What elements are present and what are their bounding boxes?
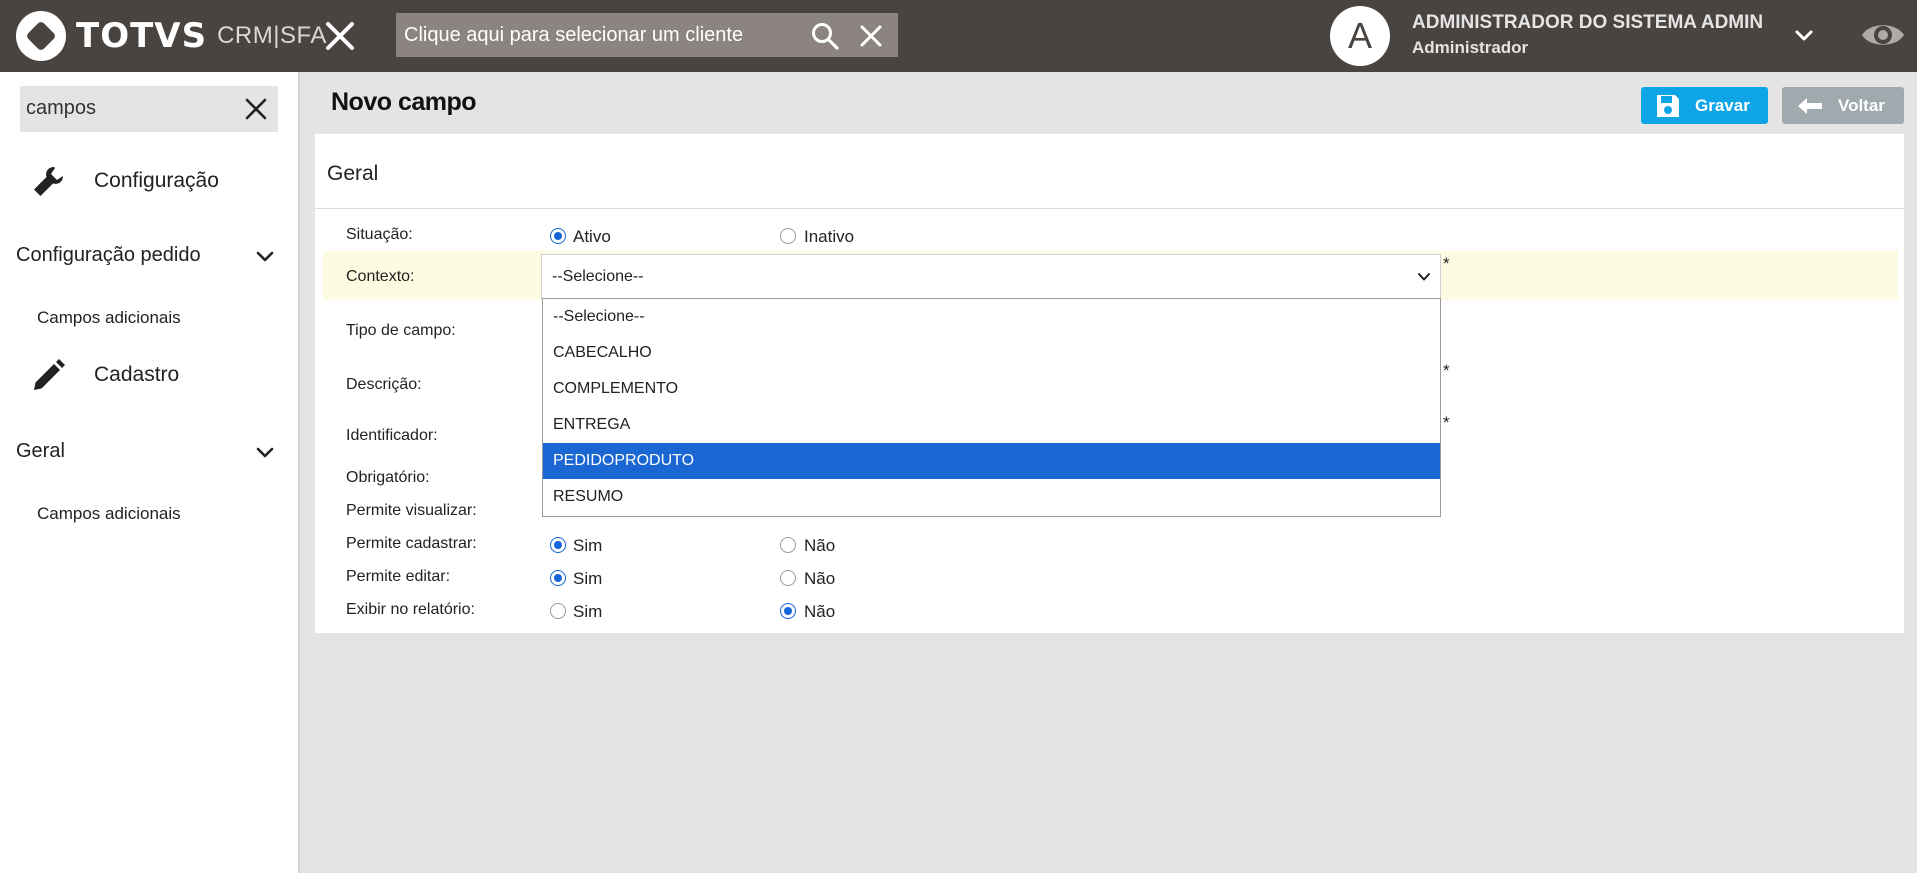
save-button[interactable]: Gravar: [1641, 87, 1768, 124]
descricao-required-mark: *: [1443, 361, 1450, 380]
contexto-label: Contexto:: [346, 268, 415, 285]
search-icon[interactable]: [810, 21, 840, 51]
permite-editar-label: Permite editar:: [346, 568, 451, 585]
dropdown-option[interactable]: --Selecione--: [543, 299, 1440, 335]
back-button-label: Voltar: [1838, 95, 1885, 115]
sidebar-group-configuracao-pedido[interactable]: Configuração pedido: [16, 244, 201, 267]
exibir-relatorio-sim-label: Sim: [573, 602, 603, 621]
contexto-required-mark: *: [1443, 254, 1450, 273]
page-title: Novo campo: [331, 88, 477, 116]
sidebar-item-campos-adicionais[interactable]: Campos adicionais: [37, 504, 181, 524]
totvs-logo[interactable]: TOTVS CRM|SFA: [16, 10, 327, 62]
dropdown-option[interactable]: COMPLEMENTO: [543, 371, 1440, 407]
save-button-label: Gravar: [1695, 95, 1750, 115]
dropdown-option-label: PEDIDOPRODUTO: [553, 452, 695, 469]
dropdown-option[interactable]: RESUMO: [543, 479, 1440, 515]
sidebar-group-geral[interactable]: Geral: [16, 440, 65, 463]
user-name: ADMINISTRADOR DO SISTEMA ADMIN: [1412, 12, 1764, 33]
sidebar-item-cadastro[interactable]: Cadastro: [0, 354, 298, 398]
sidebar-item-campos-adicionais[interactable]: Campos adicionais: [37, 308, 181, 328]
divider: [315, 208, 1904, 209]
chevron-down-icon[interactable]: [1792, 24, 1816, 48]
dropdown-option-highlighted[interactable]: PEDIDOPRODUTO: [543, 443, 1440, 479]
permite-cadastrar-sim-radio[interactable]: [550, 537, 566, 553]
situacao-inativo-radio[interactable]: [780, 228, 796, 244]
situacao-label: Situação:: [346, 226, 413, 243]
sidebar-item-configuracao[interactable]: Configuração: [0, 160, 298, 204]
brand-name: TOTVS: [76, 16, 208, 56]
exibir-relatorio-nao-radio[interactable]: [780, 603, 796, 619]
client-search-input[interactable]: Clique aqui para selecionar um cliente: [396, 13, 898, 57]
permite-editar-nao-radio[interactable]: [780, 570, 796, 586]
identificador-label: Identificador:: [346, 427, 438, 444]
contexto-select[interactable]: --Selecione--: [541, 254, 1441, 299]
close-menu-icon[interactable]: [322, 18, 358, 54]
dropdown-option[interactable]: ENTREGA: [543, 407, 1440, 443]
sidebar: campos Configuração Configuração pedido …: [0, 72, 300, 873]
dropdown-option-label: --Selecione--: [553, 308, 645, 325]
menu-search-input[interactable]: campos: [20, 86, 278, 132]
situacao-ativo-label: Ativo: [573, 227, 611, 246]
dropdown-option-label: ENTREGA: [553, 416, 631, 433]
permite-cadastrar-nao-label: Não: [804, 536, 836, 555]
exibir-relatorio-nao-label: Não: [804, 602, 836, 621]
back-button[interactable]: Voltar: [1782, 87, 1904, 124]
dropdown-option-label: COMPLEMENTO: [553, 380, 679, 397]
arrow-left-icon: [1798, 97, 1822, 114]
situacao-inativo-label: Inativo: [804, 227, 855, 246]
permite-editar-nao-label: Não: [804, 569, 836, 588]
totvs-logo-mark: [16, 11, 66, 61]
permite-cadastrar-sim-label: Sim: [573, 536, 603, 555]
permite-editar-sim-label: Sim: [573, 569, 603, 588]
permite-cadastrar-nao-radio[interactable]: [780, 537, 796, 553]
permite-cadastrar-label: Permite cadastrar:: [346, 535, 477, 552]
clear-search-icon[interactable]: [244, 97, 268, 121]
eye-icon[interactable]: [1860, 18, 1906, 52]
sidebar-item-label: Configuração: [94, 169, 219, 192]
contexto-select-value: --Selecione--: [552, 268, 644, 285]
floppy-disk-icon: [1657, 94, 1679, 117]
identificador-required-mark: *: [1443, 413, 1450, 432]
descricao-label: Descrição:: [346, 376, 422, 393]
menu-search-value: campos: [26, 97, 97, 119]
dropdown-option-label: RESUMO: [553, 488, 624, 505]
card-title: Geral: [327, 162, 379, 185]
obrigatorio-label: Obrigatório:: [346, 469, 430, 486]
chevron-down-icon: [1418, 273, 1430, 281]
situacao-ativo-radio[interactable]: [550, 228, 566, 244]
exibir-relatorio-label: Exibir no relatório:: [346, 601, 475, 618]
exibir-relatorio-sim-radio[interactable]: [550, 603, 566, 619]
dropdown-option[interactable]: CABECALHO: [543, 335, 1440, 371]
tipo-campo-label: Tipo de campo:: [346, 322, 456, 339]
permite-visualizar-label: Permite visualizar:: [346, 502, 477, 519]
dropdown-option-label: CABECALHO: [553, 344, 652, 361]
top-bar: TOTVS CRM|SFA Clique aqui para seleciona…: [0, 0, 1917, 72]
pencil-icon: [34, 359, 65, 390]
wrench-icon: [34, 167, 63, 196]
user-avatar[interactable]: A: [1330, 6, 1390, 66]
contexto-dropdown-list: --Selecione-- CABECALHO COMPLEMENTO ENTR…: [542, 298, 1441, 517]
clear-client-icon[interactable]: [858, 23, 884, 49]
client-search-placeholder: Clique aqui para selecionar um cliente: [404, 24, 744, 46]
permite-editar-sim-radio[interactable]: [550, 570, 566, 586]
chevron-down-icon[interactable]: [254, 442, 276, 464]
chevron-down-icon[interactable]: [254, 246, 276, 268]
user-role: Administrador: [1412, 38, 1529, 57]
sidebar-item-label: Cadastro: [94, 363, 180, 386]
product-name: CRM|SFA: [217, 22, 327, 49]
